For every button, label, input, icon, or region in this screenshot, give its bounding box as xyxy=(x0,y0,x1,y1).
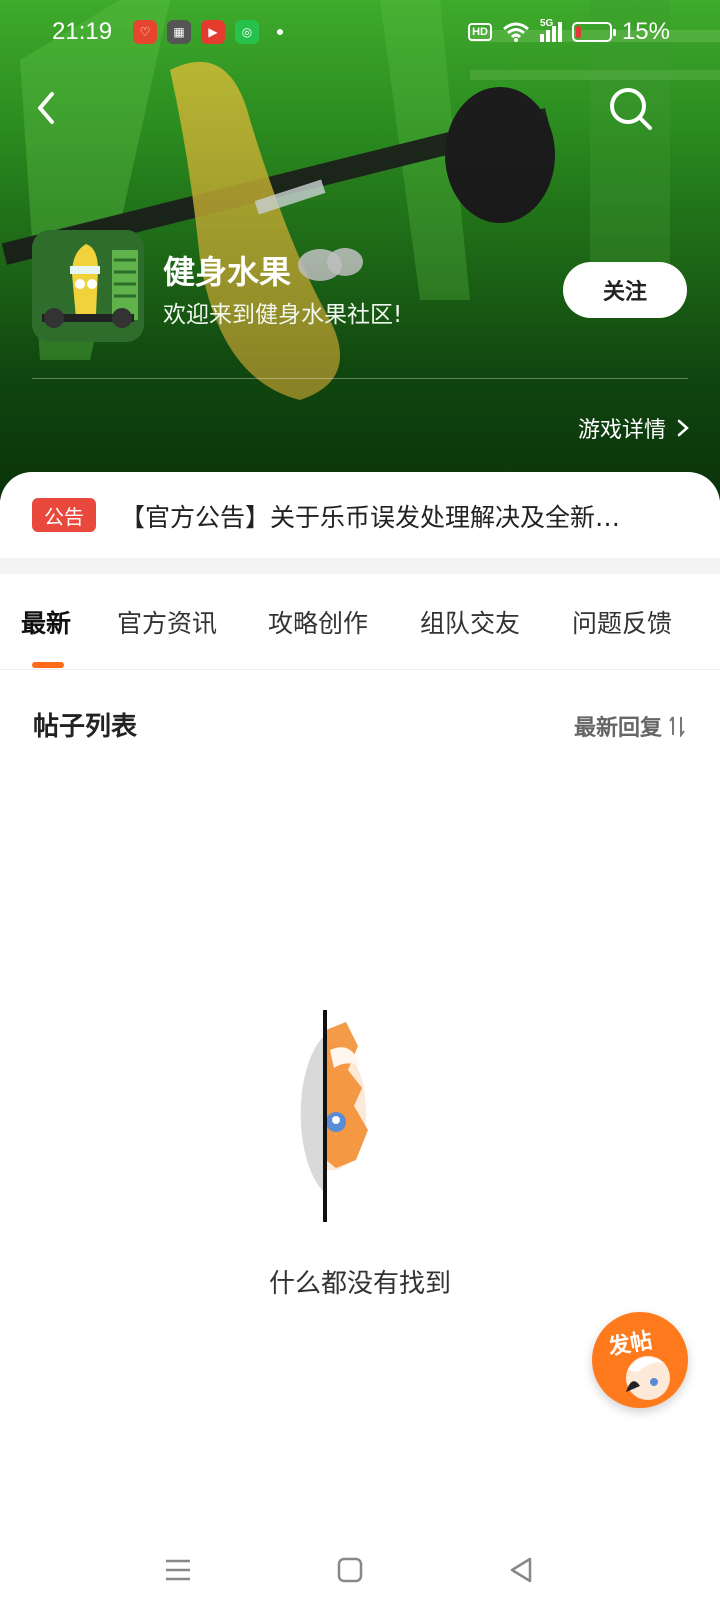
sort-label: 最新回复 xyxy=(573,716,662,741)
signal-icon: 5G xyxy=(539,18,562,42)
hero-divider xyxy=(32,378,688,379)
tab-official-news[interactable]: 官方资讯 xyxy=(117,604,217,640)
more-notifications-dot xyxy=(277,29,283,35)
home-icon[interactable] xyxy=(334,1554,366,1586)
wifi-icon xyxy=(502,22,529,42)
announcement-badge: 公告 xyxy=(32,498,96,532)
game-banner: 21:19 ♡ ▦ ▶ ◎ HD 5G 15% 健身水果 欢迎来到健身水果社区!… xyxy=(0,0,720,500)
tab-feedback[interactable]: 问题反馈 xyxy=(572,604,672,640)
system-nav-bar xyxy=(0,1530,720,1612)
battery-percent: 15% xyxy=(621,18,670,45)
chevron-right-icon xyxy=(677,419,689,437)
new-post-button[interactable]: 发帖 xyxy=(592,1312,688,1408)
search-icon xyxy=(610,88,652,130)
empty-state-message: 什么都没有找到 xyxy=(268,1269,451,1299)
game-notification-icon: ▦ xyxy=(167,20,191,44)
status-right: HD 5G 15% xyxy=(468,18,670,46)
post-list-title: 帖子列表 xyxy=(33,712,138,742)
app-notification-icon: ♡ xyxy=(133,20,157,44)
battery-icon xyxy=(571,22,616,42)
status-time: 21:19 xyxy=(52,18,113,45)
announcement-text[interactable]: 【官方公告】关于乐币误发处理解决及全新… xyxy=(120,498,665,534)
game-detail-label: 游戏详情 xyxy=(577,418,666,443)
section-divider xyxy=(0,558,720,574)
tab-team-up[interactable]: 组队交友 xyxy=(420,604,520,640)
notification-icons: ♡ ▦ ▶ ◎ xyxy=(133,20,283,44)
sort-icon xyxy=(669,716,685,737)
game-title: 健身水果 xyxy=(163,253,292,291)
game-detail-link[interactable]: 游戏详情 xyxy=(578,412,690,444)
search-button[interactable] xyxy=(606,84,656,134)
tab-guides[interactable]: 攻略创作 xyxy=(268,604,368,640)
status-bar: 21:19 ♡ ▦ ▶ ◎ HD 5G 15% xyxy=(0,0,720,66)
active-tab-indicator xyxy=(32,662,64,668)
game-icon[interactable] xyxy=(32,230,144,342)
empty-state-illustration xyxy=(300,1010,368,1222)
tab-latest[interactable]: 最新 xyxy=(21,604,71,640)
follow-button[interactable]: 关注 xyxy=(563,262,687,318)
chat-notification-icon: ◎ xyxy=(235,20,259,44)
announcement-bar[interactable]: 公告 【官方公告】关于乐币误发处理解决及全新… xyxy=(0,472,720,558)
back-triangle-icon[interactable] xyxy=(506,1554,538,1586)
hd-badge: HD xyxy=(468,23,492,41)
banana-mascot-icon xyxy=(32,230,144,342)
menu-icon[interactable] xyxy=(162,1554,194,1586)
video-notification-icon: ▶ xyxy=(201,20,225,44)
sort-button[interactable]: 最新回复 xyxy=(574,710,686,742)
game-subtitle: 欢迎来到健身水果社区! xyxy=(163,302,403,328)
back-button[interactable] xyxy=(30,88,70,128)
category-tabs: 最新 官方资讯 攻略创作 组队交友 问题反馈 xyxy=(0,574,720,670)
chevron-left-icon xyxy=(38,92,54,124)
